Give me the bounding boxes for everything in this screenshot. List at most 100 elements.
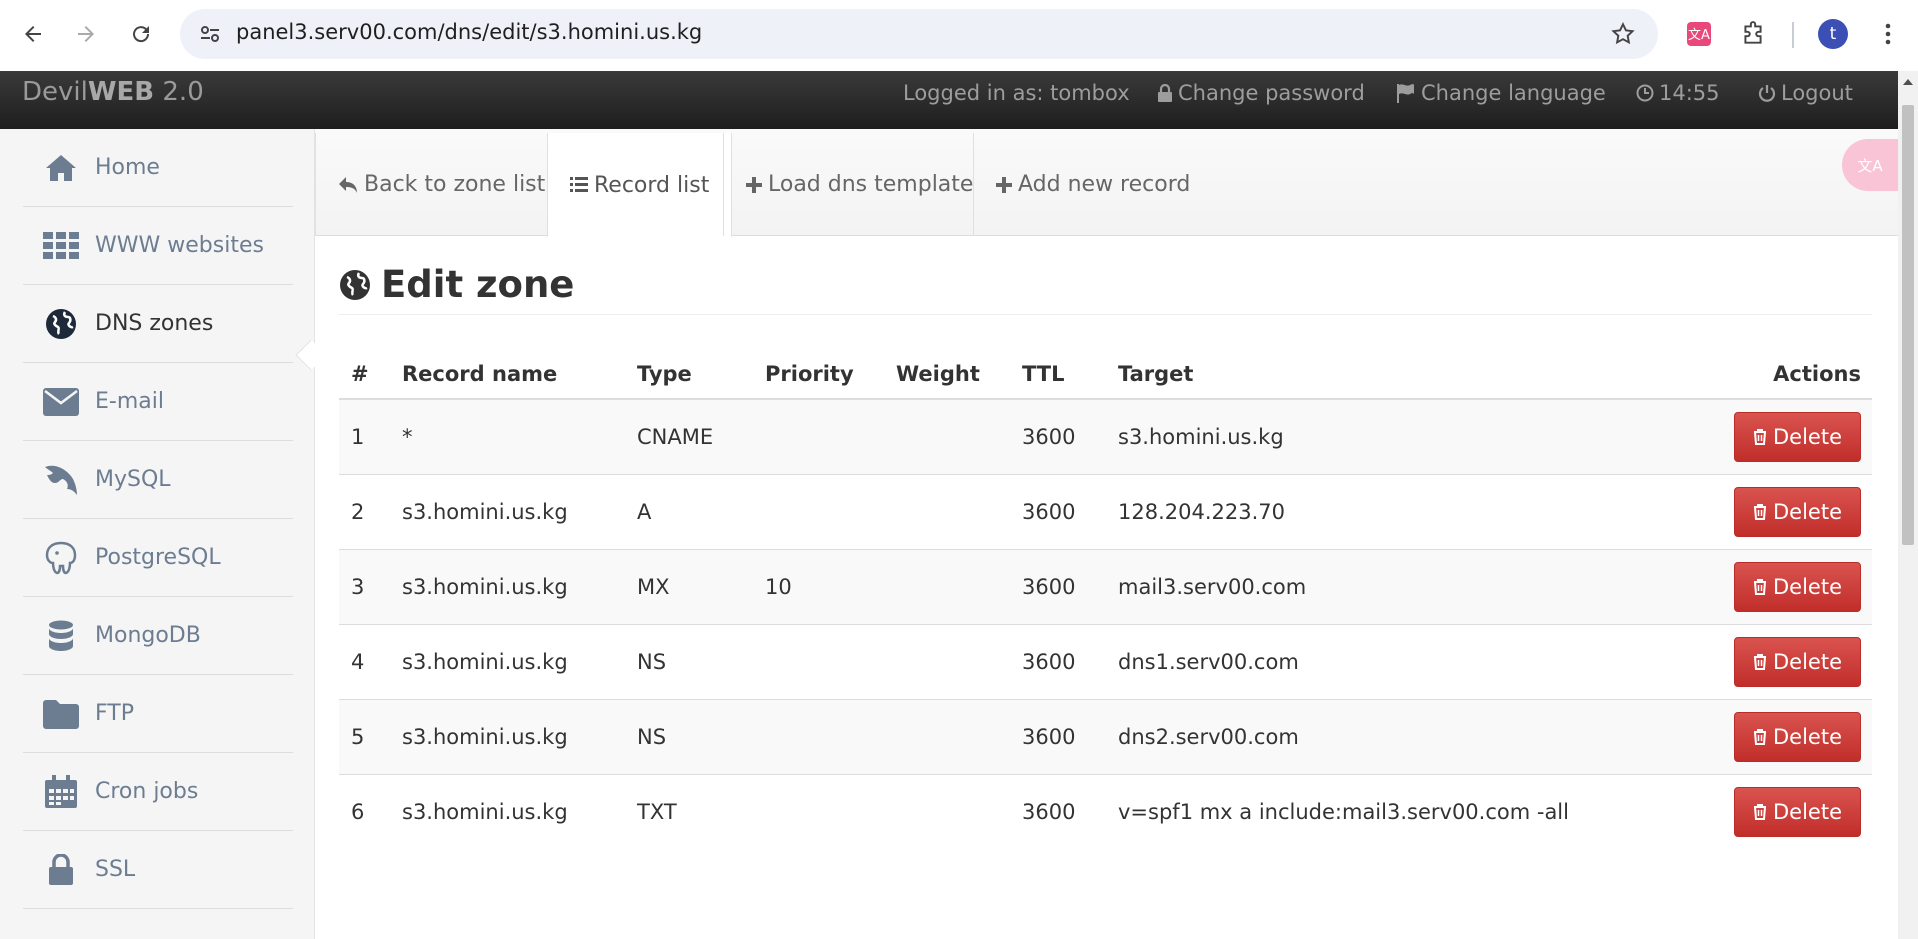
reload-icon[interactable] xyxy=(123,16,159,52)
tab-load-dns-template[interactable]: Load dns template xyxy=(723,133,995,236)
zone-tabs: Back to zone list Record list Load dns t… xyxy=(315,129,1898,237)
svg-text:文A: 文A xyxy=(1857,157,1883,175)
profile-avatar[interactable]: t xyxy=(1818,19,1848,49)
column-header-record-name: Record name xyxy=(390,349,625,400)
change-password-label: Change password xyxy=(1178,81,1365,105)
app-topbar: DevilWEB 2.0 Logged in as: tombox Change… xyxy=(0,71,1898,129)
table-row: 5 s3.homini.us.kg NS 3600 dns2.serv00.co… xyxy=(339,698,1872,774)
sidebar-item-ssl[interactable]: SSL xyxy=(23,831,293,909)
sidebar-item-dns-zones[interactable]: DNS zones xyxy=(23,285,293,363)
sidebar-item-home[interactable]: Home xyxy=(23,129,293,207)
translate-float-button[interactable]: 文A xyxy=(1842,139,1898,191)
cell-target: dns1.serv00.com xyxy=(1106,623,1666,699)
sidebar-item-label: DNS zones xyxy=(95,311,214,336)
site-settings-icon[interactable] xyxy=(198,22,222,46)
cell-priority xyxy=(753,698,884,774)
sidebar-item-ftp[interactable]: FTP xyxy=(23,675,293,753)
back-arrow-icon[interactable] xyxy=(15,16,51,52)
url-text[interactable]: panel3.serv00.com/dns/edit/s3.homini.us.… xyxy=(236,20,702,44)
sidebar-nav: Home WWW websites DNS zones E-mail MySQL… xyxy=(0,129,315,939)
sidebar-item-label: MongoDB xyxy=(95,623,201,648)
delete-label: Delete xyxy=(1773,499,1842,524)
tab-label: Add new record xyxy=(1018,172,1191,197)
logged-in-user: Logged in as: tombox xyxy=(903,81,1130,105)
sidebar-item-www-websites[interactable]: WWW websites xyxy=(23,207,293,285)
tab-label: Load dns template xyxy=(768,172,974,197)
trash-icon xyxy=(1754,428,1766,445)
grid-icon xyxy=(42,227,80,265)
delete-button[interactable]: Delete xyxy=(1734,486,1861,537)
delete-label: Delete xyxy=(1773,424,1842,449)
sidebar-item-cron-jobs[interactable]: Cron jobs xyxy=(23,753,293,831)
cell-record-name: s3.homini.us.kg xyxy=(390,698,625,774)
change-language-label: Change language xyxy=(1421,81,1606,105)
avatar-letter: t xyxy=(1829,24,1837,44)
logout-link[interactable]: Logout xyxy=(1758,81,1853,105)
delete-label: Delete xyxy=(1773,649,1842,674)
tab-label: Back to zone list xyxy=(364,172,546,197)
sidebar-item-mysql[interactable]: MySQL xyxy=(23,441,293,519)
change-language-link[interactable]: Change language xyxy=(1396,81,1606,105)
page-scrollbar[interactable] xyxy=(1898,71,1918,939)
cell-target: s3.homini.us.kg xyxy=(1106,398,1666,474)
cell-num: 1 xyxy=(339,398,390,474)
address-bar[interactable]: panel3.serv00.com/dns/edit/s3.homini.us.… xyxy=(180,9,1658,59)
cell-target: 128.204.223.70 xyxy=(1106,473,1666,549)
cell-type: TXT xyxy=(625,773,753,849)
sidebar-item-label: FTP xyxy=(95,701,134,726)
cell-actions: Delete xyxy=(1666,773,1872,849)
cell-target: mail3.serv00.com xyxy=(1106,548,1666,624)
tab-back-to-zone-list[interactable]: Back to zone list xyxy=(315,133,567,236)
trash-icon xyxy=(1754,803,1766,820)
cell-ttl: 3600 xyxy=(1010,548,1106,624)
scroll-thumb[interactable] xyxy=(1902,105,1914,545)
extensions-puzzle-icon[interactable] xyxy=(1737,18,1769,50)
flag-icon xyxy=(1397,84,1414,103)
scroll-up-arrow[interactable] xyxy=(1903,79,1913,85)
elephant-icon xyxy=(42,539,80,577)
sidebar-item-mongodb[interactable]: MongoDB xyxy=(23,597,293,675)
trash-icon xyxy=(1754,503,1766,520)
cell-record-name: s3.homini.us.kg xyxy=(390,623,625,699)
toolbar-divider xyxy=(1792,22,1794,48)
change-password-link[interactable]: Change password xyxy=(1157,81,1365,105)
forward-arrow-icon[interactable] xyxy=(68,16,104,52)
table-header-row: # Record name Type Priority Weight TTL T… xyxy=(339,349,1872,400)
plus-icon xyxy=(996,176,1012,193)
cell-weight xyxy=(884,623,1010,699)
cell-target: v=spf1 mx a include:mail3.serv00.com -al… xyxy=(1106,773,1666,849)
sidebar-item-postgresql[interactable]: PostgreSQL xyxy=(23,519,293,597)
delete-button[interactable]: Delete xyxy=(1734,711,1861,762)
delete-button[interactable]: Delete xyxy=(1734,411,1861,462)
trash-icon xyxy=(1754,653,1766,670)
cell-ttl: 3600 xyxy=(1010,398,1106,474)
brand-logo[interactable]: DevilWEB 2.0 xyxy=(22,77,204,107)
delete-button[interactable]: Delete xyxy=(1734,636,1861,687)
cell-record-name: s3.homini.us.kg xyxy=(390,773,625,849)
delete-button[interactable]: Delete xyxy=(1734,561,1861,612)
kebab-menu-icon[interactable] xyxy=(1872,18,1904,50)
tab-add-new-record[interactable]: Add new record xyxy=(973,133,1212,236)
translate-extension-icon[interactable]: 文A xyxy=(1683,18,1715,50)
cell-type: MX xyxy=(625,548,753,624)
table-row: 2 s3.homini.us.kg A 3600 128.204.223.70 … xyxy=(339,473,1872,549)
tab-label: Record list xyxy=(594,172,710,198)
cell-weight xyxy=(884,773,1010,849)
sidebar-item-e-mail[interactable]: E-mail xyxy=(23,363,293,441)
cell-weight xyxy=(884,398,1010,474)
calendar-icon xyxy=(42,773,80,811)
table-row: 3 s3.homini.us.kg MX 10 3600 mail3.serv0… xyxy=(339,548,1872,624)
delete-button[interactable]: Delete xyxy=(1734,786,1861,837)
logged-in-text: Logged in as: tombox xyxy=(903,81,1130,105)
brand-text-pre: Devil xyxy=(22,77,88,107)
tab-record-list[interactable]: Record list xyxy=(547,133,733,237)
cell-actions: Delete xyxy=(1666,398,1872,474)
column-header-priority: Priority xyxy=(753,349,884,400)
dns-records-table: # Record name Type Priority Weight TTL T… xyxy=(339,349,1872,849)
dolphin-icon xyxy=(42,461,80,499)
cell-record-name: s3.homini.us.kg xyxy=(390,548,625,624)
cell-weight xyxy=(884,473,1010,549)
bookmark-star-icon[interactable] xyxy=(1610,21,1636,51)
cell-num: 5 xyxy=(339,698,390,774)
svg-text:文A: 文A xyxy=(1688,28,1710,43)
